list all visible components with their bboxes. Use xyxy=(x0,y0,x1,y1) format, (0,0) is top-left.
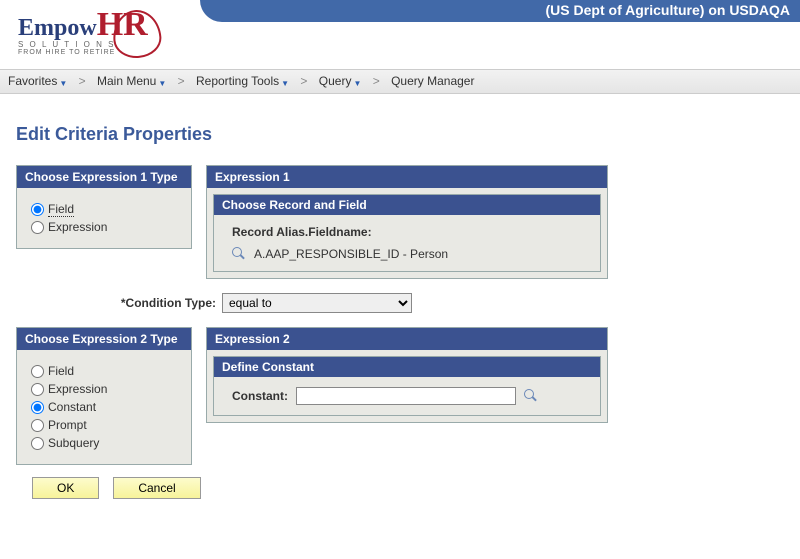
breadcrumb-favorites[interactable]: Favorites xyxy=(8,74,57,88)
radio-exp2-subquery[interactable] xyxy=(31,437,44,450)
panel-header: Choose Expression 1 Type xyxy=(17,166,191,188)
cancel-button[interactable]: Cancel xyxy=(113,477,200,499)
record-alias-label: Record Alias.Fieldname: xyxy=(232,225,582,239)
panel-expression2-type: Choose Expression 2 Type Field Expressio… xyxy=(16,327,192,465)
breadcrumb: Favorites▼ > Main Menu▼ > Reporting Tool… xyxy=(0,70,800,94)
radio-exp1-expression[interactable] xyxy=(31,221,44,234)
radio-label-field[interactable]: Field xyxy=(48,202,74,216)
breadcrumb-query[interactable]: Query xyxy=(319,74,352,88)
panel-header: Expression 1 xyxy=(207,166,607,188)
logo: EmpowHR S O L U T I O N S FROM HIRE TO R… xyxy=(18,6,148,56)
breadcrumb-query-manager[interactable]: Query Manager xyxy=(391,74,474,88)
breadcrumb-reporting-tools[interactable]: Reporting Tools xyxy=(196,74,279,88)
record-alias-value: A.AAP_RESPONSIBLE_ID - Person xyxy=(254,247,448,261)
panel-expression1-type: Choose Expression 1 Type Field Expressio… xyxy=(16,165,192,249)
radio-label[interactable]: Field xyxy=(48,364,74,378)
radio-label[interactable]: Prompt xyxy=(48,418,87,432)
panel-expression2: Expression 2 Define Constant Constant: xyxy=(206,327,608,423)
radio-exp2-field[interactable] xyxy=(31,365,44,378)
radio-label-expression[interactable]: Expression xyxy=(48,220,107,234)
panel-header: Expression 2 xyxy=(207,328,607,350)
radio-exp1-field[interactable] xyxy=(31,203,44,216)
org-title: (US Dept of Agriculture) on USDAQA xyxy=(200,0,800,22)
ok-button[interactable]: OK xyxy=(32,477,99,499)
page-title: Edit Criteria Properties xyxy=(16,124,784,145)
condition-type-label: *Condition Type: xyxy=(16,296,216,310)
radio-exp2-expression[interactable] xyxy=(31,383,44,396)
panel-header: Choose Expression 2 Type xyxy=(17,328,191,350)
lookup-icon[interactable] xyxy=(524,389,538,403)
radio-label[interactable]: Constant xyxy=(48,400,96,414)
radio-label[interactable]: Expression xyxy=(48,382,107,396)
radio-exp2-prompt[interactable] xyxy=(31,419,44,432)
choose-record-field-box: Choose Record and Field Record Alias.Fie… xyxy=(213,194,601,272)
inner-header: Define Constant xyxy=(214,357,600,377)
panel-expression1: Expression 1 Choose Record and Field Rec… xyxy=(206,165,608,279)
breadcrumb-main-menu[interactable]: Main Menu xyxy=(97,74,156,88)
constant-label: Constant: xyxy=(232,389,288,403)
condition-type-select[interactable]: equal to xyxy=(222,293,412,313)
radio-exp2-constant[interactable] xyxy=(31,401,44,414)
radio-label[interactable]: Subquery xyxy=(48,436,99,450)
inner-header: Choose Record and Field xyxy=(214,195,600,215)
lookup-icon[interactable] xyxy=(232,247,246,261)
app-header: (US Dept of Agriculture) on USDAQA Empow… xyxy=(0,0,800,70)
constant-input[interactable] xyxy=(296,387,516,405)
define-constant-box: Define Constant Constant: xyxy=(213,356,601,416)
